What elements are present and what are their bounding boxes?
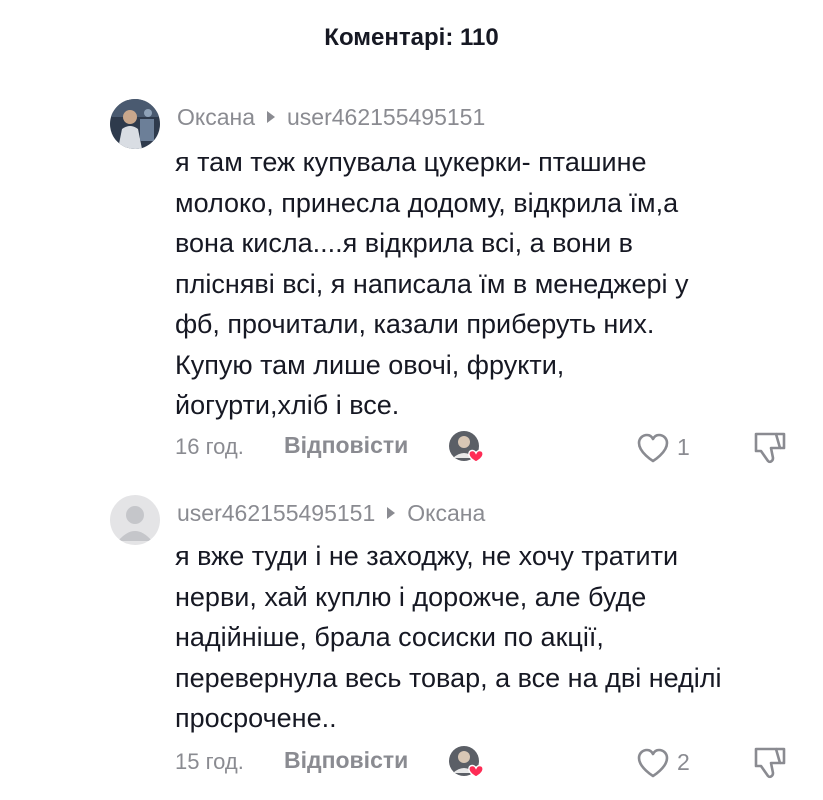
like-count: 2 bbox=[677, 749, 690, 775]
heart-like-icon[interactable] bbox=[635, 745, 671, 781]
user-avatar[interactable] bbox=[110, 99, 160, 149]
reply-to-name[interactable]: Оксана bbox=[407, 497, 485, 529]
like-count: 1 bbox=[677, 434, 690, 460]
comment-actions: 15 год. Відповісти 2 bbox=[175, 743, 795, 783]
comment-text: я там теж купувала цукерки- пташине моло… bbox=[175, 142, 800, 426]
comment-header: Оксана user462155495151 bbox=[177, 101, 485, 133]
creator-liked-heart-avatar-icon bbox=[448, 428, 488, 468]
creator-liked-heart-avatar-icon bbox=[448, 743, 488, 783]
dislike-icon[interactable] bbox=[750, 745, 790, 781]
reply-arrow-icon bbox=[387, 507, 396, 519]
dislike-icon[interactable] bbox=[750, 430, 790, 466]
comment-text-line: я вже туди і не заходжу, не хочу тратити bbox=[175, 541, 679, 571]
reply-arrow-icon bbox=[267, 111, 275, 123]
reply-button[interactable]: Відповісти bbox=[284, 432, 408, 459]
comment-text-line: нерви, хай куплю і дорожче, але буде bbox=[175, 581, 647, 612]
author-name[interactable]: user462155495151 bbox=[177, 497, 375, 529]
reply-button[interactable]: Відповісти bbox=[284, 747, 408, 774]
user-avatar[interactable] bbox=[110, 495, 160, 545]
comment-text: я вже туди і не заходжу, не хочу тратити… bbox=[175, 536, 800, 739]
comment-time: 15 год. bbox=[175, 749, 244, 774]
comments-count-title: Коментарі: 110 bbox=[324, 24, 499, 51]
reply-to-name[interactable]: user462155495151 bbox=[287, 101, 485, 133]
default-avatar-icon bbox=[110, 495, 160, 545]
comment-text-line: надійніше, брала сосиски по акції, bbox=[175, 622, 604, 652]
heart-like-icon[interactable] bbox=[635, 430, 671, 466]
comment-actions: 16 год. Відповісти 1 bbox=[175, 428, 795, 468]
comment-text-line: просрочене.. bbox=[175, 703, 337, 733]
comment-text-line: йогурти,хліб і все. bbox=[175, 390, 400, 420]
comment-text-line: перевернула весь товар, а все на дві нед… bbox=[175, 662, 722, 693]
comment-text-line: молоко, принесла додому, відкрила їм,а bbox=[175, 187, 679, 218]
comment-text-line: плісняві всі, я написала їм в менеджері … bbox=[175, 268, 689, 299]
comment-text-line: фб, прочитали, казали приберуть них. bbox=[175, 309, 655, 339]
author-name[interactable]: Оксана bbox=[177, 101, 255, 133]
comment-header: user462155495151 Оксана bbox=[177, 497, 485, 529]
user-photo-avatar-icon bbox=[110, 99, 160, 149]
comment-text-line: Купую там лише овочі, фрукти, bbox=[175, 349, 565, 380]
comment-text-line: я там теж купувала цукерки- пташине bbox=[175, 147, 647, 177]
comment-time: 16 год. bbox=[175, 434, 244, 459]
comment-text-line: вона кисла....я відкрила всі, а вони в bbox=[175, 228, 634, 258]
